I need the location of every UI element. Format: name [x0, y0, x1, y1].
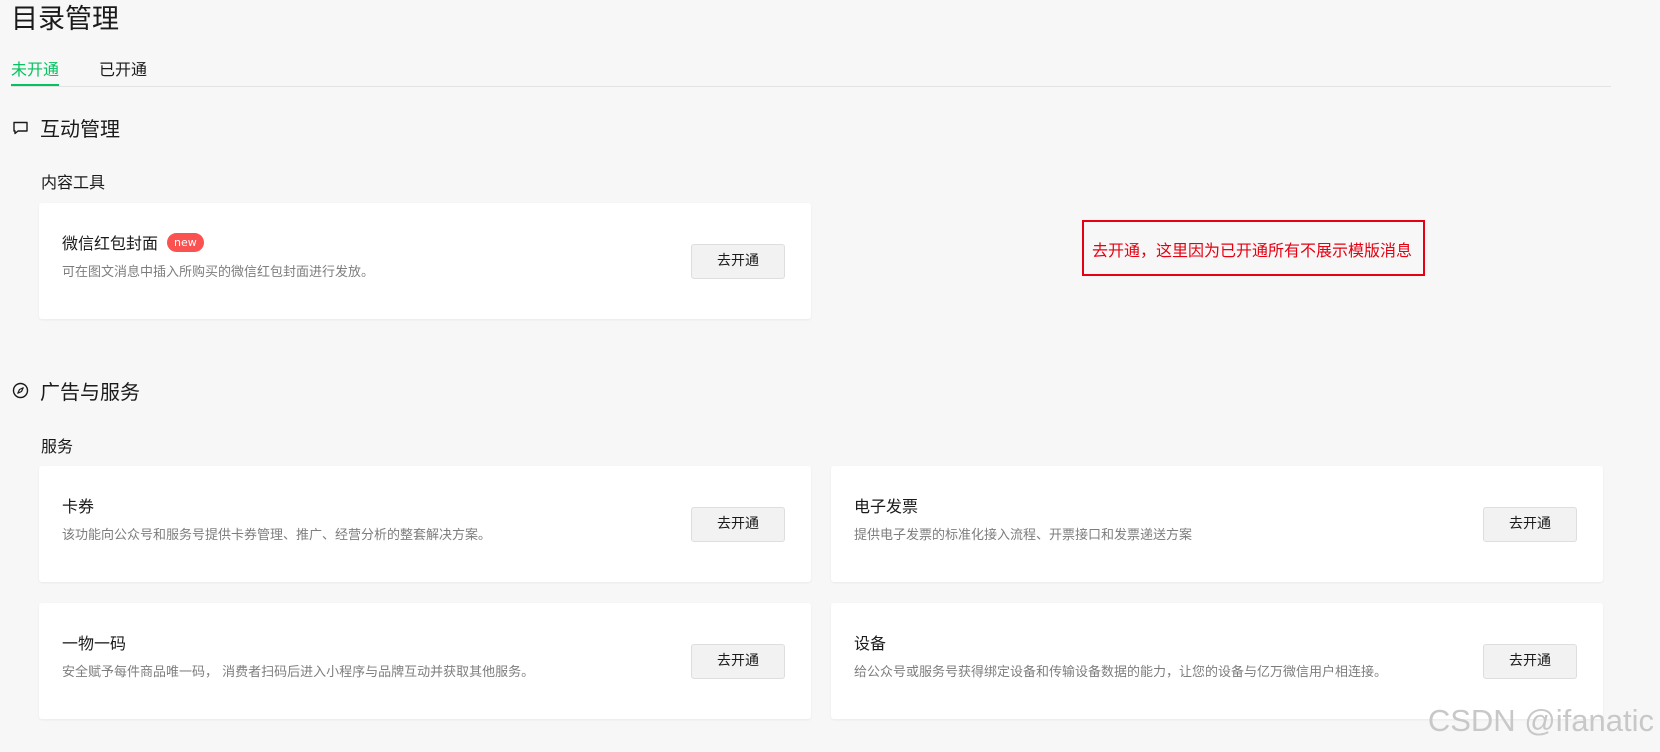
- new-badge: new: [167, 232, 204, 252]
- service-card-device: 设备 给公众号或服务号获得绑定设备和传输设备数据的能力，让您的设备与亿万微信用户…: [831, 603, 1603, 719]
- group-label-services: 服务: [41, 437, 74, 456]
- chat-bubble-icon: [12, 119, 29, 136]
- group-label-content-tools: 内容工具: [41, 173, 106, 192]
- activate-button[interactable]: 去开通: [1483, 644, 1577, 679]
- card-title: 设备: [854, 634, 887, 653]
- card-title: 电子发票: [854, 497, 919, 516]
- tab-bar: 未开通 已开通: [11, 55, 1611, 87]
- activate-button[interactable]: 去开通: [691, 244, 785, 279]
- service-card-coupons: 卡券 该功能向公众号和服务号提供卡券管理、推广、经营分析的整套解决方案。 去开通: [39, 466, 811, 582]
- watermark: CSDN @ifanatic: [1427, 703, 1654, 738]
- card-title: 一物一码: [62, 634, 127, 653]
- section-title: 互动管理: [40, 116, 120, 141]
- activate-button[interactable]: 去开通: [1483, 507, 1577, 542]
- activate-button[interactable]: 去开通: [691, 507, 785, 542]
- card-title: 微信红包封面: [62, 234, 159, 253]
- tab-not-activated[interactable]: 未开通: [11, 55, 60, 86]
- activate-button[interactable]: 去开通: [691, 644, 785, 679]
- card-description: 给公众号或服务号获得绑定设备和传输设备数据的能力，让您的设备与亿万微信用户相连接…: [854, 665, 1388, 680]
- card-description: 安全赋予每件商品唯一码， 消费者扫码后进入小程序与品牌互动并获取其他服务。: [62, 665, 535, 680]
- compass-icon: [12, 382, 29, 399]
- tab-activated[interactable]: 已开通: [99, 55, 147, 85]
- section-header-ads-services: 广告与服务: [12, 375, 140, 405]
- card-title: 卡券: [62, 497, 95, 516]
- card-description: 提供电子发票的标准化接入流程、开票接口和发票递送方案: [854, 528, 1193, 543]
- section-header-interaction: 互动管理: [12, 112, 120, 142]
- service-card-red-envelope-cover: 微信红包封面 new 可在图文消息中插入所购买的微信红包封面进行发放。 去开通: [39, 203, 811, 319]
- card-description: 可在图文消息中插入所购买的微信红包封面进行发放。: [62, 265, 375, 280]
- service-card-one-item-one-code: 一物一码 安全赋予每件商品唯一码， 消费者扫码后进入小程序与品牌互动并获取其他服…: [39, 603, 811, 719]
- annotation-box: 去开通，这里因为已开通所有不展示模版消息: [1082, 220, 1425, 276]
- card-description: 该功能向公众号和服务号提供卡券管理、推广、经营分析的整套解决方案。: [62, 528, 492, 543]
- service-card-e-invoice: 电子发票 提供电子发票的标准化接入流程、开票接口和发票递送方案 去开通: [831, 466, 1603, 582]
- section-title: 广告与服务: [40, 379, 140, 404]
- page-title: 目录管理: [11, 4, 119, 35]
